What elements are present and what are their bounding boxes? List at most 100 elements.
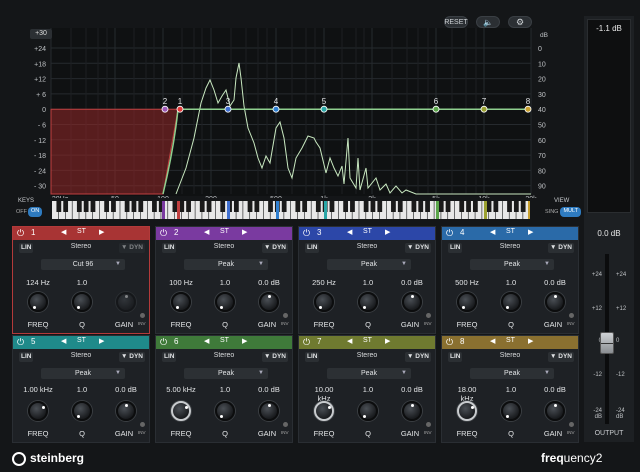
piano-black-key[interactable] bbox=[418, 201, 424, 212]
gain-knob[interactable] bbox=[545, 401, 565, 421]
dyn-button[interactable]: ▼ DYN bbox=[548, 243, 574, 253]
view-mult[interactable]: MULT bbox=[560, 207, 582, 217]
view-sing[interactable]: SING bbox=[545, 207, 558, 217]
gain-knob[interactable] bbox=[402, 292, 422, 312]
piano-black-key[interactable] bbox=[111, 201, 116, 212]
prev-mode-arrow-icon[interactable]: ◀ bbox=[61, 228, 66, 236]
power-icon[interactable]: ⏻ bbox=[17, 337, 24, 348]
prev-mode-arrow-icon[interactable]: ◀ bbox=[347, 337, 352, 345]
dyn-button[interactable]: ▼ DYN bbox=[262, 243, 288, 253]
keys-toggle[interactable]: OFF ON bbox=[16, 207, 48, 217]
channel-mode[interactable]: ST bbox=[77, 228, 86, 235]
filter-type-dropdown[interactable]: Peak ▼ bbox=[327, 368, 411, 379]
next-mode-arrow-icon[interactable]: ▶ bbox=[385, 228, 390, 236]
gain-knob[interactable] bbox=[116, 292, 136, 312]
q-knob[interactable] bbox=[501, 292, 521, 312]
gain-knob[interactable] bbox=[259, 292, 279, 312]
piano-black-key[interactable] bbox=[206, 201, 212, 212]
dyn-button[interactable]: ▼ DYN bbox=[405, 352, 431, 362]
piano-black-key[interactable] bbox=[172, 201, 178, 212]
piano-black-key[interactable] bbox=[486, 201, 492, 212]
eq-graph[interactable]: +24 0 +18 10 +12 20 + 6 30 0 40 - 6 50 - 12 60 - 18 70 -… bbox=[26, 18, 570, 203]
piano-keyboard[interactable] bbox=[52, 201, 531, 219]
piano-black-key[interactable] bbox=[63, 201, 69, 212]
piano-black-key[interactable] bbox=[466, 201, 471, 212]
keys-on[interactable]: ON bbox=[28, 207, 43, 217]
prev-mode-arrow-icon[interactable]: ◀ bbox=[204, 228, 209, 236]
next-mode-arrow-icon[interactable]: ▶ bbox=[242, 228, 247, 236]
q-knob[interactable] bbox=[72, 401, 92, 421]
power-icon[interactable]: ⏻ bbox=[160, 228, 167, 239]
freq-knob[interactable] bbox=[171, 401, 191, 421]
piano-black-key[interactable] bbox=[445, 201, 451, 212]
piano-black-key[interactable] bbox=[233, 201, 239, 212]
inv-button[interactable] bbox=[283, 422, 288, 427]
filter-type-dropdown[interactable]: Peak ▼ bbox=[184, 368, 268, 379]
filter-type-dropdown[interactable]: Peak ▼ bbox=[184, 259, 268, 270]
freq-knob[interactable] bbox=[28, 292, 48, 312]
piano-black-key[interactable] bbox=[343, 201, 349, 212]
freq-knob[interactable] bbox=[457, 401, 477, 421]
inv-button[interactable] bbox=[140, 313, 145, 318]
piano-black-key[interactable] bbox=[363, 201, 369, 212]
gain-knob[interactable] bbox=[545, 292, 565, 312]
piano-black-key[interactable] bbox=[220, 201, 226, 212]
dyn-button[interactable]: ▼ DYN bbox=[119, 243, 145, 253]
piano-black-key[interactable] bbox=[152, 201, 157, 212]
inv-button[interactable] bbox=[426, 313, 431, 318]
piano-black-key[interactable] bbox=[377, 201, 383, 212]
freq-knob[interactable] bbox=[314, 401, 334, 421]
channel-mode[interactable]: ST bbox=[363, 337, 372, 344]
piano-black-key[interactable] bbox=[56, 201, 62, 212]
channel-mode[interactable]: ST bbox=[363, 228, 372, 235]
q-knob[interactable] bbox=[358, 401, 378, 421]
channel-mode[interactable]: ST bbox=[77, 337, 86, 344]
piano-black-key[interactable] bbox=[329, 201, 335, 212]
power-icon[interactable]: ⏻ bbox=[160, 337, 167, 348]
piano-black-key[interactable] bbox=[268, 201, 273, 212]
filter-type-dropdown[interactable]: Peak ▼ bbox=[327, 259, 411, 270]
next-mode-arrow-icon[interactable]: ▶ bbox=[385, 337, 390, 345]
power-icon[interactable]: ⏻ bbox=[17, 228, 24, 239]
piano-black-key[interactable] bbox=[138, 201, 144, 212]
piano-black-key[interactable] bbox=[513, 201, 519, 212]
q-knob[interactable] bbox=[358, 292, 378, 312]
next-mode-arrow-icon[interactable]: ▶ bbox=[242, 337, 247, 345]
next-mode-arrow-icon[interactable]: ▶ bbox=[99, 337, 104, 345]
piano-black-key[interactable] bbox=[199, 201, 205, 212]
piano-black-key[interactable] bbox=[186, 201, 191, 212]
eq-curve-display[interactable]: +24 0 +18 10 +12 20 + 6 30 0 40 - 6 50 - 12 60 - 18 70 -… bbox=[26, 18, 570, 203]
power-icon[interactable]: ⏻ bbox=[303, 337, 310, 348]
piano-black-key[interactable] bbox=[520, 201, 526, 212]
next-mode-arrow-icon[interactable]: ▶ bbox=[528, 228, 533, 236]
piano-black-key[interactable] bbox=[315, 201, 321, 212]
piano-black-key[interactable] bbox=[507, 201, 512, 212]
prev-mode-arrow-icon[interactable]: ◀ bbox=[204, 337, 209, 345]
view-toggle[interactable]: SING MULT bbox=[545, 207, 582, 217]
piano-black-key[interactable] bbox=[459, 201, 465, 212]
dyn-button[interactable]: ▼ DYN bbox=[548, 352, 574, 362]
q-knob[interactable] bbox=[72, 292, 92, 312]
piano-black-key[interactable] bbox=[397, 201, 403, 212]
freq-knob[interactable] bbox=[171, 292, 191, 312]
gain-knob[interactable] bbox=[259, 401, 279, 421]
prev-mode-arrow-icon[interactable]: ◀ bbox=[490, 228, 495, 236]
filter-type-dropdown[interactable]: Peak ▼ bbox=[41, 368, 125, 379]
piano-black-key[interactable] bbox=[124, 201, 130, 212]
dyn-button[interactable]: ▼ DYN bbox=[405, 243, 431, 253]
q-knob[interactable] bbox=[215, 401, 235, 421]
piano-black-key[interactable] bbox=[254, 201, 260, 212]
q-knob[interactable] bbox=[215, 292, 235, 312]
piano-black-key[interactable] bbox=[90, 201, 96, 212]
freq-knob[interactable] bbox=[457, 292, 477, 312]
q-knob[interactable] bbox=[501, 401, 521, 421]
channel-mode[interactable]: ST bbox=[506, 337, 515, 344]
piano-black-key[interactable] bbox=[425, 201, 430, 212]
piano-black-key[interactable] bbox=[472, 201, 478, 212]
freq-knob[interactable] bbox=[28, 401, 48, 421]
freq-knob[interactable] bbox=[314, 292, 334, 312]
range-select[interactable]: +30 bbox=[30, 29, 52, 39]
piano-black-key[interactable] bbox=[493, 201, 499, 212]
channel-mode[interactable]: ST bbox=[220, 337, 229, 344]
piano-black-key[interactable] bbox=[281, 201, 287, 212]
